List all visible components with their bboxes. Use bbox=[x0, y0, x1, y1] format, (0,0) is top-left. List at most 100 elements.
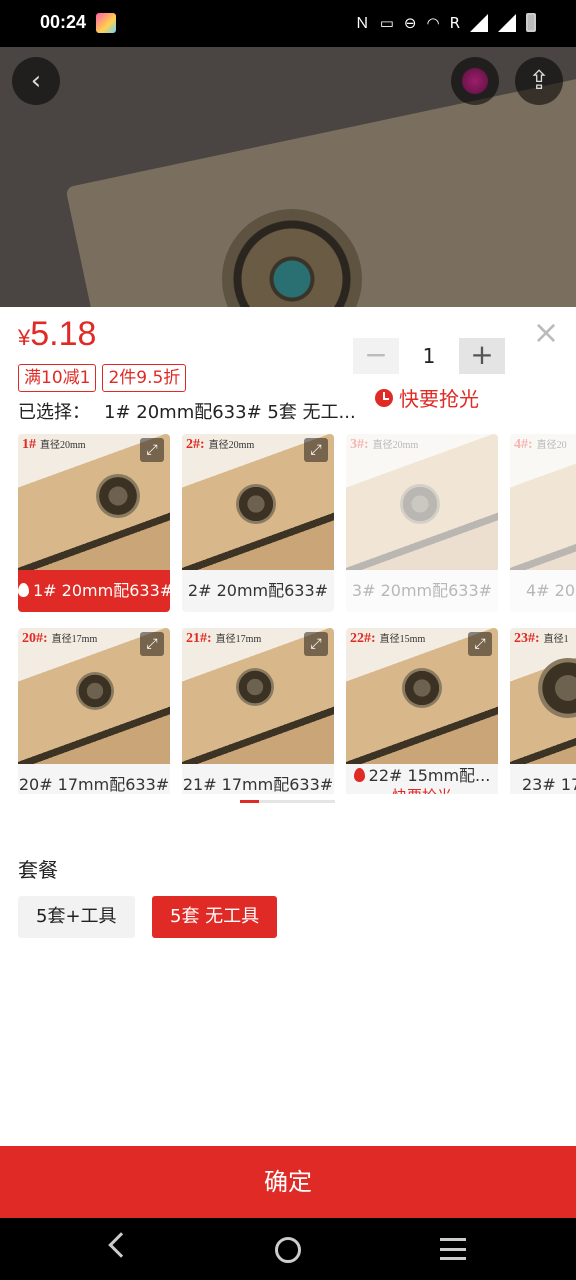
variant-card[interactable]: 22#:直径15mm ⤢ 22# 15mm配... 快要抢光 bbox=[346, 628, 498, 794]
stock-warning: 快要抢光 bbox=[375, 383, 479, 412]
signal-icon bbox=[470, 13, 488, 32]
variant-tag-number: 22#: bbox=[350, 631, 376, 646]
variant-card[interactable]: 3#: 直径20mm 3# 20mm配633# bbox=[346, 434, 498, 612]
nav-home-icon[interactable] bbox=[275, 1237, 301, 1263]
variant-tag: 2#: 直径20mm bbox=[186, 436, 254, 453]
roaming-indicator: R bbox=[449, 13, 460, 32]
variant-tag-note: 直径15mm bbox=[379, 634, 426, 645]
variant-image bbox=[510, 434, 576, 570]
variant-tag: 1# 直径20mm bbox=[22, 436, 86, 453]
expand-icon[interactable]: ⤢ bbox=[140, 632, 164, 656]
variant-card[interactable]: 4#:直径20 4# 20m bbox=[510, 434, 576, 612]
expand-icon[interactable]: ⤢ bbox=[304, 438, 328, 462]
package-title: 套餐 bbox=[18, 858, 58, 882]
variant-label: 4# 20m bbox=[526, 581, 576, 600]
system-nav-bar bbox=[0, 1218, 576, 1280]
package-option[interactable]: 5套+工具 bbox=[18, 896, 135, 938]
variant-tag-note: 直径1 bbox=[543, 634, 569, 645]
variant-tag-number: 23#: bbox=[514, 631, 540, 646]
shop-avatar-button[interactable] bbox=[451, 57, 499, 105]
variant-card[interactable]: 21#: 直径17mm ⤢ 21# 17mm配633# bbox=[182, 628, 334, 794]
variant-tag-note: 直径20 bbox=[536, 440, 567, 451]
selected-summary: 已选择： 1# 20mm配633# 5套 无工... bbox=[18, 398, 356, 424]
clock-icon bbox=[375, 388, 393, 407]
expand-icon[interactable]: ⤢ bbox=[468, 632, 492, 656]
variant-label-text: 1# 20mm配633# bbox=[33, 581, 170, 600]
knob-graphic bbox=[236, 668, 274, 706]
variant-label: 3# 20mm配633# bbox=[351, 581, 493, 600]
promo-tag: 2件9.5折 bbox=[102, 364, 187, 392]
expand-icon[interactable]: ⤢ bbox=[304, 632, 328, 656]
confirm-button[interactable]: 确定 bbox=[0, 1146, 576, 1218]
variant-grid: 1# 直径20mm ⤢ 1# 20mm配633# 2#: 直径20mm ⤢ 2# 2… bbox=[0, 434, 576, 794]
variant-tag-note: 直径17mm bbox=[215, 634, 262, 645]
variant-tag-number: 2#: bbox=[186, 437, 205, 452]
variant-label: 2# 20mm配633# bbox=[187, 581, 329, 600]
variant-tag-number: 21#: bbox=[186, 631, 212, 646]
variant-tag: 21#: 直径17mm bbox=[186, 630, 261, 647]
variant-card[interactable]: 23#:直径1 23# 17m bbox=[510, 628, 576, 794]
fire-icon bbox=[353, 768, 365, 782]
promo-tags: 满10减1 2件9.5折 bbox=[18, 364, 187, 392]
selected-value: 1# 20mm配633# 5套 无工... bbox=[104, 402, 356, 423]
grid-scroll-indicator bbox=[240, 800, 335, 803]
variant-tag-number: 1# bbox=[22, 437, 36, 452]
decrease-button[interactable]: − bbox=[353, 338, 399, 374]
variant-label: 20# 17mm配633# bbox=[18, 775, 170, 794]
variant-tag-note: 直径20mm bbox=[372, 440, 419, 451]
fire-icon bbox=[18, 583, 29, 597]
nav-back-icon[interactable] bbox=[108, 1232, 134, 1258]
variant-card[interactable]: 20#: 直径17mm ⤢ 20# 17mm配633# bbox=[18, 628, 170, 794]
stock-warning-text: 快要抢光 bbox=[399, 387, 479, 411]
variant-stock-warning: 快要抢光 bbox=[346, 786, 498, 794]
sku-selector-sheet: ¥5.18 × 满10减1 2件9.5折 − 1 + 快要抢光 已选择： 1# 2… bbox=[0, 307, 576, 1146]
increase-button[interactable]: + bbox=[459, 338, 505, 374]
variant-label: 22# 15mm配... 快要抢光 bbox=[346, 764, 498, 794]
variant-card[interactable]: 1# 直径20mm ⤢ 1# 20mm配633# bbox=[18, 434, 170, 612]
avatar-icon bbox=[462, 68, 488, 94]
variant-label: 21# 17mm配633# bbox=[182, 775, 334, 794]
expand-icon[interactable]: ⤢ bbox=[140, 438, 164, 462]
share-button[interactable]: ⇪ bbox=[515, 57, 563, 105]
status-time: 00:24 bbox=[40, 12, 87, 32]
variant-tag: 22#: 直径15mm bbox=[350, 630, 425, 647]
promo-tag: 满10减1 bbox=[18, 364, 97, 392]
knob-graphic bbox=[402, 668, 442, 708]
wifi-icon: ◠ bbox=[426, 13, 440, 32]
knob-graphic bbox=[400, 484, 440, 524]
nav-recents-icon[interactable] bbox=[440, 1238, 466, 1260]
variant-tag: 23#: 直径1 bbox=[514, 630, 569, 647]
cast-icon: ▭ bbox=[379, 13, 394, 32]
status-icons: Ｎ ▭ ⊖ ◠ R bbox=[355, 12, 536, 33]
knob-graphic bbox=[96, 474, 140, 518]
battery-icon bbox=[526, 13, 536, 32]
close-icon[interactable]: × bbox=[532, 316, 560, 348]
signal-icon-2 bbox=[498, 13, 516, 32]
selected-label: 已选择： bbox=[18, 402, 90, 423]
back-button[interactable]: ‹ bbox=[12, 57, 60, 105]
knob-graphic bbox=[236, 484, 276, 524]
app-notification-icon bbox=[96, 13, 116, 33]
variant-label: 1# 20mm配633# bbox=[18, 570, 170, 612]
price: ¥5.18 bbox=[18, 315, 96, 354]
variant-label-text: 22# 15mm配... bbox=[368, 766, 491, 785]
variant-tag-number: 20#: bbox=[22, 631, 48, 646]
quantity-value[interactable]: 1 bbox=[399, 344, 459, 368]
variant-tag-number: 4#: bbox=[514, 437, 533, 452]
variant-card[interactable]: 2#: 直径20mm ⤢ 2# 20mm配633# bbox=[182, 434, 334, 612]
dnd-icon: ⊖ bbox=[403, 13, 417, 32]
variant-tag-note: 直径17mm bbox=[51, 634, 98, 645]
share-icon: ⇪ bbox=[528, 66, 550, 96]
package-option-selected[interactable]: 5套 无工具 bbox=[152, 896, 278, 938]
price-currency: ¥ bbox=[18, 325, 31, 350]
nfc-icon: Ｎ bbox=[354, 14, 370, 32]
price-value: 5.18 bbox=[30, 315, 97, 353]
variant-tag-note: 直径20mm bbox=[40, 440, 86, 451]
variant-label: 23# 17m bbox=[522, 775, 576, 794]
quantity-stepper: − 1 + bbox=[353, 338, 505, 374]
knob-graphic bbox=[76, 672, 114, 710]
variant-tag: 20#: 直径17mm bbox=[22, 630, 97, 647]
variant-tag: 3#: 直径20mm bbox=[350, 436, 418, 453]
status-bar: 00:24 Ｎ ▭ ⊖ ◠ R bbox=[0, 0, 576, 47]
variant-tag-number: 3#: bbox=[350, 437, 369, 452]
